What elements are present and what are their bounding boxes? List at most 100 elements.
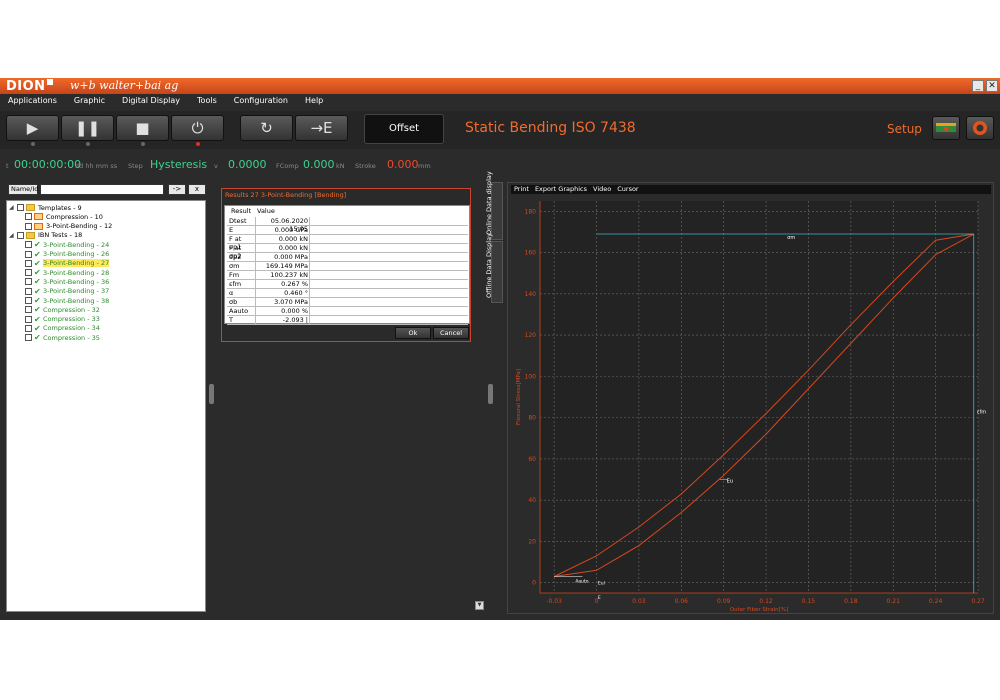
x-tick-label: 0.12 bbox=[759, 598, 773, 605]
result-empty-cell bbox=[311, 217, 468, 226]
reset-button[interactable]: ↻ bbox=[240, 115, 293, 141]
ok-button[interactable]: Ok bbox=[395, 327, 431, 339]
y-tick-label: 0 bbox=[532, 580, 536, 587]
tree-item-label: Compression - 32 bbox=[43, 305, 100, 314]
y-tick-label: 160 bbox=[525, 250, 537, 257]
expand-triangle-icon[interactable]: ◢ bbox=[9, 232, 17, 239]
chart-menu-video[interactable]: Video bbox=[590, 185, 614, 194]
emergency-stop-icon bbox=[973, 121, 987, 135]
tree-test-item[interactable]: ✔ 3-Point-Bending - 28 bbox=[17, 268, 109, 277]
tree-test-item[interactable]: ✔ 3-Point-Bending - 27 bbox=[17, 259, 110, 268]
approach-icon: →E bbox=[310, 119, 333, 137]
tree-checkbox[interactable] bbox=[25, 250, 32, 258]
result-value: 0.000 MPa bbox=[257, 253, 310, 262]
tree-item-label: Compression - 35 bbox=[43, 333, 100, 342]
power-button[interactable]: ⏻ bbox=[171, 115, 224, 146]
search-clear-button[interactable]: x bbox=[188, 184, 206, 195]
tree-checkbox[interactable] bbox=[25, 222, 32, 230]
tree-test-item[interactable]: ✔ 3-Point-Bending - 36 bbox=[17, 277, 109, 286]
offset-button[interactable]: Offset bbox=[364, 114, 444, 144]
menu-configuration[interactable]: Configuration bbox=[226, 94, 297, 109]
menu-graphic[interactable]: Graphic bbox=[66, 94, 114, 109]
tree-test-item[interactable]: ✔ Compression - 35 bbox=[17, 333, 100, 342]
tree-test-item[interactable]: ✔ 3-Point-Bending - 38 bbox=[17, 296, 109, 305]
aauto-label: Aauto bbox=[575, 579, 588, 585]
cancel-button[interactable]: Cancel bbox=[433, 327, 469, 339]
eu-label: Eu bbox=[727, 479, 733, 485]
col-result-header: Result bbox=[231, 207, 252, 215]
menu-digital-display[interactable]: Digital Display bbox=[114, 94, 189, 109]
expand-triangle-icon[interactable]: ◢ bbox=[9, 204, 17, 211]
minimize-button[interactable]: _ bbox=[972, 80, 984, 92]
sigma-m-label: σm bbox=[787, 235, 795, 241]
status-bar: t 00:00:00:00 dd hh mm ss Step Hysteresi… bbox=[0, 152, 1000, 176]
menu-help[interactable]: Help bbox=[297, 94, 332, 109]
tree-test-item[interactable]: ✔ 3-Point-Bending - 26 bbox=[17, 250, 109, 259]
y-tick-label: 120 bbox=[525, 332, 537, 339]
chart-menu-export-graphics[interactable]: Export Graphics bbox=[532, 185, 590, 194]
tree-checkbox[interactable] bbox=[25, 259, 32, 267]
search-label: Name/Id bbox=[8, 184, 38, 195]
result-empty-cell bbox=[311, 316, 468, 325]
tab-offline-data-display[interactable]: Offline Data Display bbox=[485, 233, 503, 303]
tree-template-item[interactable]: 3-Point-Bending - 12 bbox=[17, 222, 112, 231]
tree-checkbox[interactable] bbox=[25, 213, 32, 221]
tree-checkbox[interactable] bbox=[25, 315, 32, 323]
x-tick-label: 0.06 bbox=[675, 598, 689, 605]
result-empty-cell bbox=[311, 226, 468, 235]
tree-checkbox[interactable] bbox=[25, 334, 32, 342]
scroll-down-arrow[interactable]: ▼ bbox=[475, 601, 484, 610]
tree-template-item[interactable]: Compression - 10 bbox=[17, 212, 103, 221]
tree-checkbox[interactable] bbox=[25, 241, 32, 249]
tree-test-item[interactable]: ✔ Compression - 33 bbox=[17, 315, 100, 324]
tree-checkbox[interactable] bbox=[25, 287, 32, 295]
stop-button[interactable]: ■ bbox=[116, 115, 169, 146]
stop-icon: ■ bbox=[135, 119, 150, 137]
play-button[interactable]: ▶ bbox=[6, 115, 59, 146]
splitter-right[interactable] bbox=[488, 384, 493, 404]
tree-folder[interactable]: ◢ Templates - 9 bbox=[9, 203, 82, 212]
pause-button[interactable]: ❚❚ bbox=[61, 115, 114, 146]
tree-checkbox[interactable] bbox=[25, 278, 32, 286]
tree-test-item[interactable]: ✔ Compression - 32 bbox=[17, 305, 100, 314]
tree-checkbox[interactable] bbox=[25, 269, 32, 277]
tree-item-label: IBN Tests - 18 bbox=[38, 231, 83, 240]
emergency-button[interactable] bbox=[966, 116, 994, 140]
x-tick-label: 0.15 bbox=[802, 598, 816, 605]
time-prefix: t bbox=[6, 162, 9, 170]
tree-test-item[interactable]: ✔ Compression - 34 bbox=[17, 324, 100, 333]
tree-checkbox[interactable] bbox=[17, 231, 24, 239]
application-window: DION w+b walter+bai ag _ ✕ Applications … bbox=[0, 78, 1000, 620]
tree-checkbox[interactable] bbox=[17, 204, 24, 211]
chart-menu: Print Export Graphics Video Cursor bbox=[511, 185, 991, 194]
tree-checkbox[interactable] bbox=[25, 306, 32, 314]
test-tree: ◢ Templates - 9 Compression - 10 3-Point-Be… bbox=[6, 200, 206, 612]
tree-checkbox[interactable] bbox=[25, 297, 32, 304]
close-button[interactable]: ✕ bbox=[986, 80, 998, 92]
fcomp-label: FComp bbox=[276, 162, 299, 170]
results-row: F at σp1 0.000 kN bbox=[227, 235, 468, 251]
tab-online-data-display[interactable]: Online Data display bbox=[485, 171, 503, 240]
v-value: 0.0000 bbox=[228, 158, 267, 171]
search-go-button[interactable]: -> bbox=[168, 184, 186, 195]
splitter-left[interactable] bbox=[209, 384, 214, 404]
search-input[interactable] bbox=[40, 184, 164, 195]
result-value: 0.460 ° bbox=[257, 289, 310, 298]
approach-button[interactable]: →E bbox=[295, 115, 348, 141]
tree-checkbox[interactable] bbox=[25, 324, 32, 332]
chart-menu-cursor[interactable]: Cursor bbox=[614, 185, 641, 194]
x-tick-label: 0.21 bbox=[887, 598, 901, 605]
y-tick-label: 140 bbox=[525, 291, 537, 298]
chart-menu-print[interactable]: Print bbox=[511, 185, 532, 194]
tree-test-item[interactable]: ✔ 3-Point-Bending - 24 bbox=[17, 240, 109, 249]
setup-button[interactable] bbox=[932, 116, 960, 140]
menu-tools[interactable]: Tools bbox=[189, 94, 226, 109]
v-label: v bbox=[214, 162, 218, 170]
reset-icon: ↻ bbox=[260, 119, 273, 137]
menu-applications[interactable]: Applications bbox=[0, 94, 66, 109]
step-label: Step bbox=[128, 162, 143, 170]
tree-folder[interactable]: ◢ IBN Tests - 18 bbox=[9, 231, 82, 240]
stress-strain-chart[interactable]: -0.03 0 0.03 0.06 0.09 0.12 0.15 0.18 0.21 0.24 0.… bbox=[508, 197, 993, 613]
tree-test-item[interactable]: ✔ 3-Point-Bending - 37 bbox=[17, 287, 109, 296]
y-axis-label: Flexural Stress[MPa] bbox=[516, 369, 522, 425]
